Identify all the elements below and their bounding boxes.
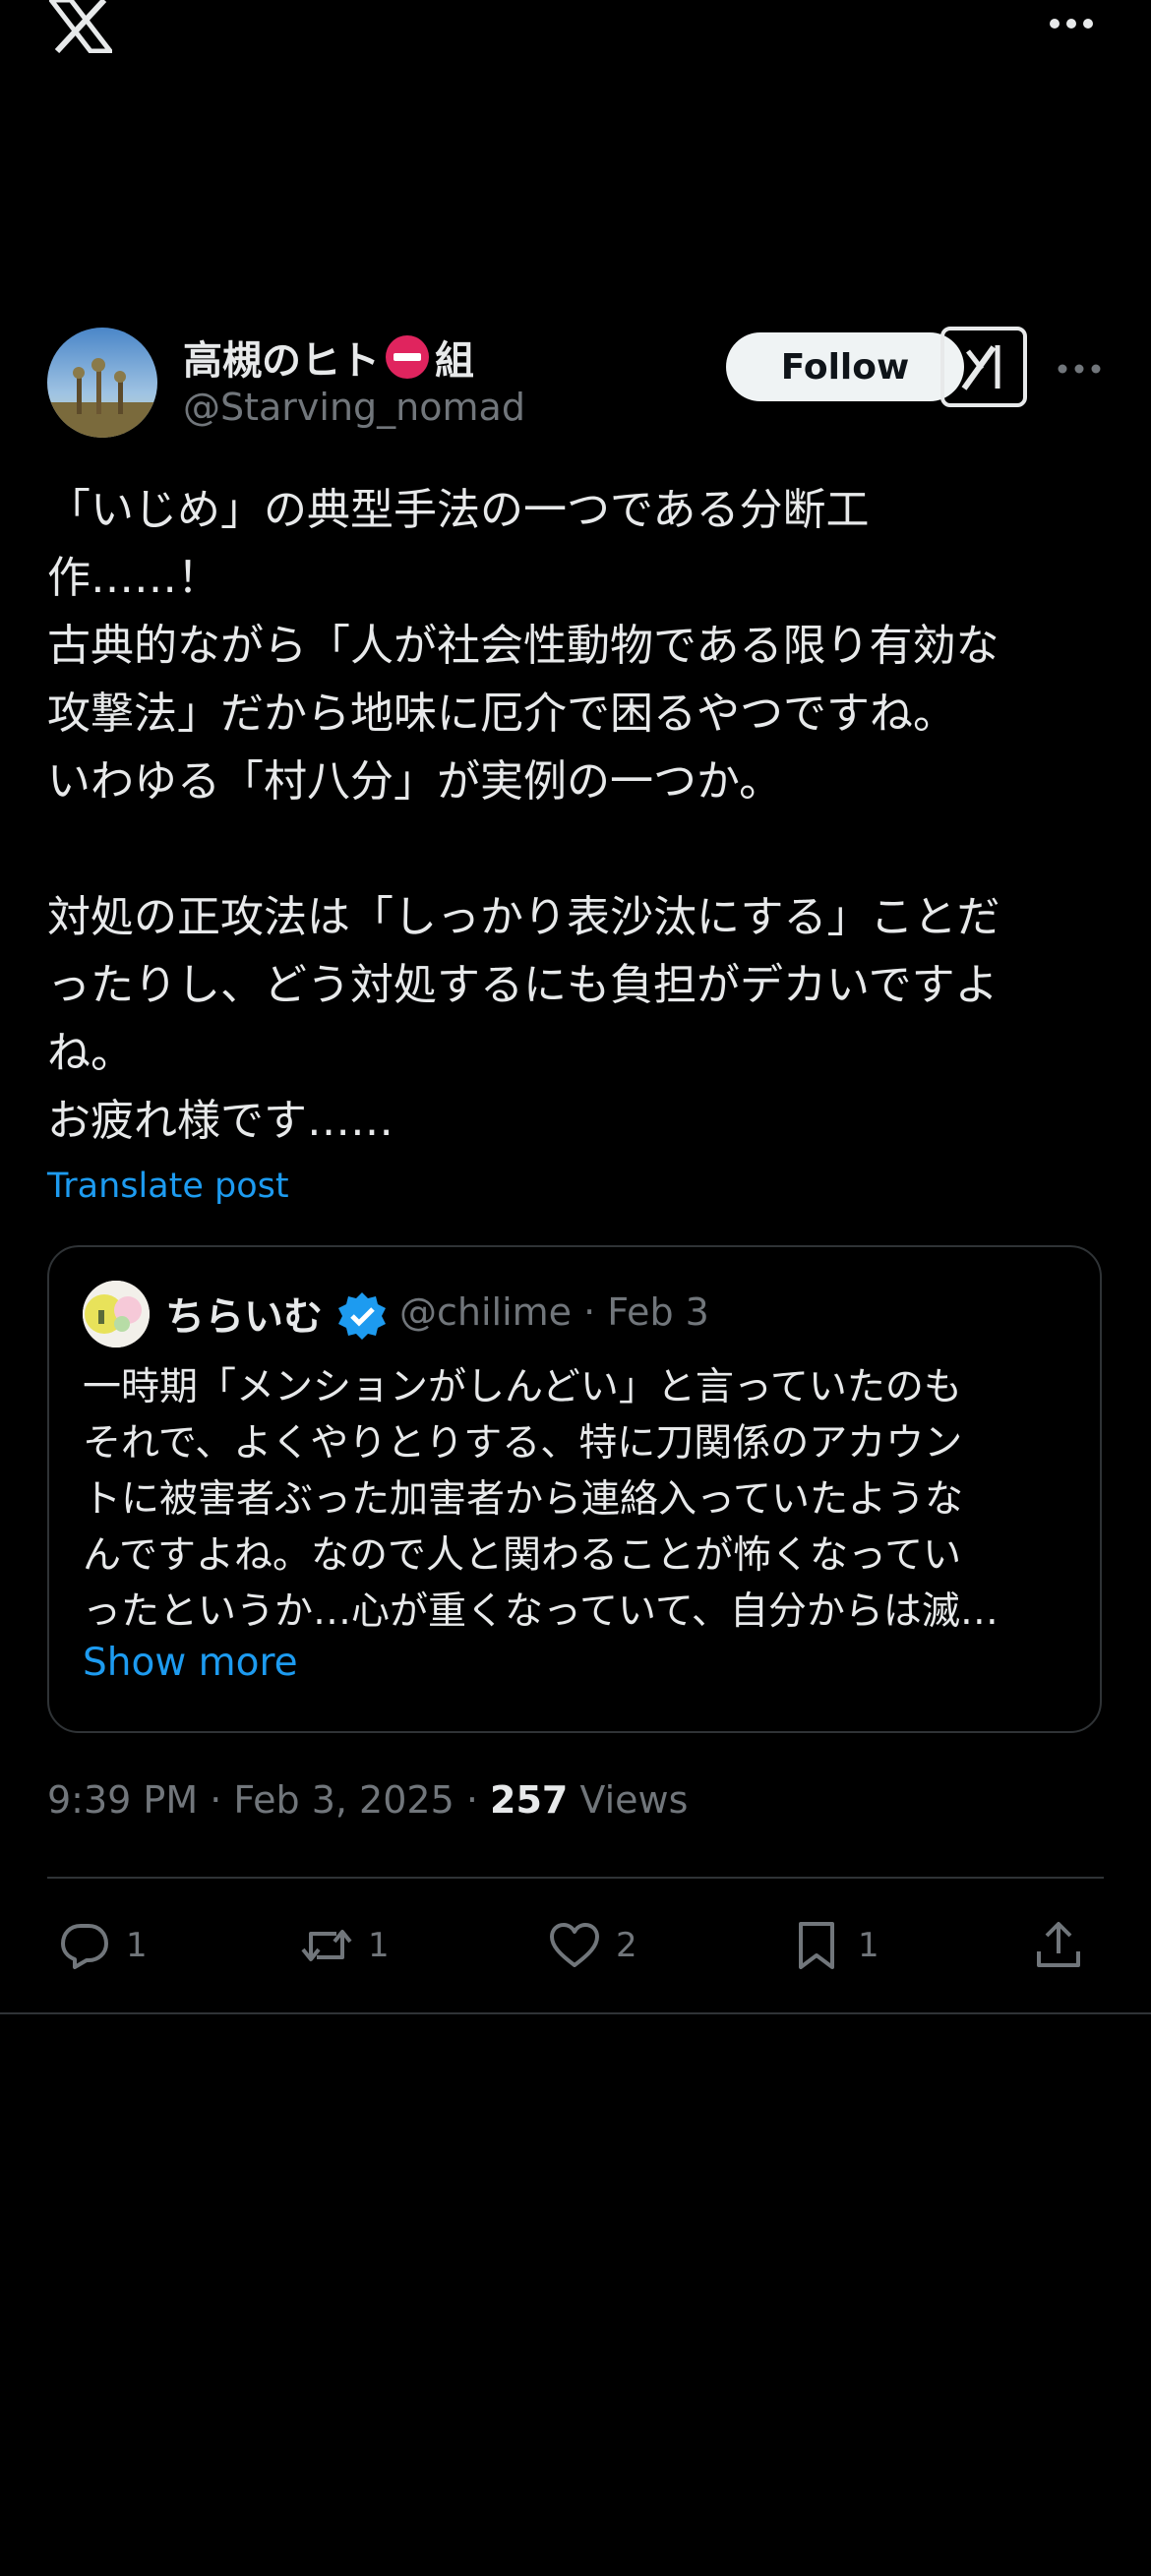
views-count: 257: [490, 1778, 569, 1822]
bookmark-button[interactable]: 1: [789, 1906, 879, 1985]
top-bar: [0, 0, 1151, 69]
grok-icon: [961, 345, 1000, 390]
translate-post-link[interactable]: Translate post: [47, 1167, 289, 1206]
post-author-row: 高槻のヒト 組 @Starving_nomad Follow: [47, 325, 1110, 443]
post-text-content: 「いじめ」の典型手法の一つである分断工 作……！ 古典的ながら「人が社会性動物で…: [47, 485, 1000, 1146]
tweet-detail-page: 高槻のヒト 組 @Starving_nomad Follow 「いじめ」の典型手…: [0, 0, 1151, 2576]
show-more-link[interactable]: Show more: [83, 1641, 298, 1685]
post-timestamp[interactable]: 9:39 PM · Feb 3, 2025 ·: [47, 1778, 490, 1822]
author-avatar[interactable]: [47, 328, 157, 438]
divider: [47, 1877, 1104, 1879]
quoted-author-name[interactable]: ちらいむ: [165, 1285, 323, 1342]
post-timestamp-views: 9:39 PM · Feb 3, 2025 · 257 Views: [47, 1778, 688, 1822]
repost-count: 1: [368, 1926, 390, 1965]
share-button[interactable]: [1031, 1906, 1086, 1985]
verified-badge-icon: [338, 1292, 386, 1340]
like-count: 2: [616, 1926, 637, 1965]
more-options-icon[interactable]: [1048, 14, 1095, 33]
heart-icon: [550, 1923, 599, 1967]
author-name-text: 高槻のヒト: [183, 338, 380, 384]
author-name-suffix: 組: [435, 338, 474, 384]
quoted-post[interactable]: ちらいむ @chilime · Feb 3 一時期「メンションがしんどい」と言っ…: [47, 1245, 1102, 1733]
post-text: 「いじめ」の典型手法の一つである分断工 作……！ 古典的ながら「人が社会性動物で…: [47, 476, 1110, 1155]
quoted-handle-date: @chilime · Feb 3: [399, 1290, 709, 1334]
grok-button[interactable]: [940, 327, 1027, 407]
reply-count: 1: [126, 1926, 148, 1965]
views-label: Views: [568, 1778, 689, 1822]
no-entry-emoji-icon: [386, 335, 429, 379]
like-button[interactable]: 2: [547, 1906, 637, 1985]
author-name[interactable]: 高槻のヒト 組: [183, 329, 474, 386]
bookmark-icon: [799, 1922, 834, 1969]
action-bar: 1 1 2 1: [47, 1906, 1104, 1985]
repost-button[interactable]: 1: [299, 1906, 390, 1985]
bookmark-count: 1: [858, 1926, 879, 1965]
author-handle[interactable]: @Starving_nomad: [183, 386, 525, 429]
reply-button[interactable]: 1: [57, 1906, 148, 1985]
quoted-author-avatar[interactable]: [83, 1281, 150, 1348]
post-more-icon[interactable]: [1057, 362, 1102, 376]
x-logo-icon[interactable]: [49, 0, 112, 53]
share-icon: [1037, 1922, 1080, 1967]
follow-button[interactable]: Follow: [726, 332, 964, 401]
repost-icon: [301, 1930, 352, 1961]
quoted-text: 一時期「メンションがしんどい」と言っていたのも それで、よくやりとりする、特に刀…: [83, 1365, 999, 1634]
reply-icon: [61, 1924, 108, 1969]
divider: [0, 2012, 1151, 2014]
